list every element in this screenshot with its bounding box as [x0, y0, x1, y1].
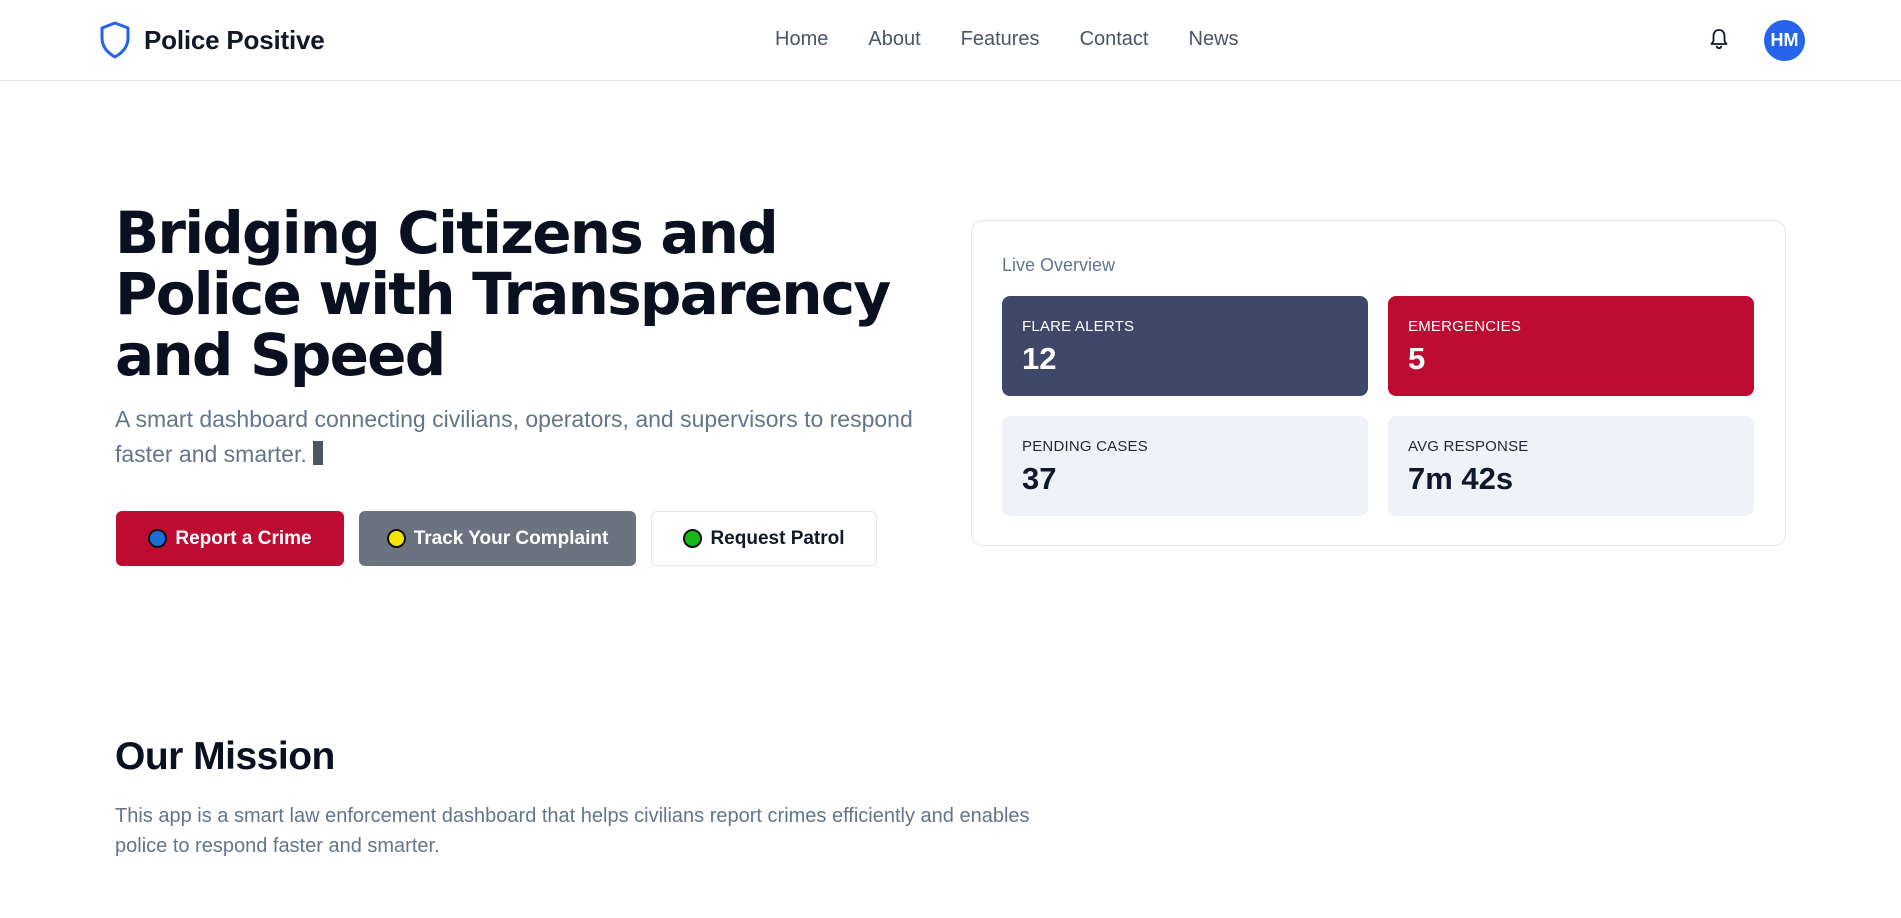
nav-news[interactable]: News — [1189, 28, 1239, 51]
nav-about[interactable]: About — [868, 28, 920, 51]
brand-logo[interactable]: Police Positive — [98, 20, 325, 60]
top-navbar: Police Positive Home About Features Cont… — [0, 0, 1901, 81]
hero-title: Bridging Citizens and Police with Transp… — [115, 199, 891, 389]
main-nav: Home About Features Contact News — [775, 28, 1239, 51]
stat-avg-response[interactable]: AVG RESPONSE 7m 42s — [1388, 416, 1754, 516]
stat-emergencies[interactable]: EMERGENCIES 5 — [1388, 296, 1754, 396]
stat-label: AVG RESPONSE — [1408, 438, 1529, 455]
track-complaint-button[interactable]: Track Your Complaint — [359, 511, 636, 566]
hero-subtitle: A smart dashboard connecting civilians, … — [115, 402, 915, 472]
text-cursor — [312, 441, 323, 465]
yellow-circle-icon — [386, 529, 406, 548]
stat-label: EMERGENCIES — [1408, 318, 1522, 335]
request-patrol-button[interactable]: Request Patrol — [651, 511, 877, 566]
hero-subtitle-text: A smart dashboard connecting civilians, … — [115, 406, 913, 467]
overview-title: Live Overview — [1002, 255, 1116, 275]
report-crime-label: Report a Crime — [175, 527, 312, 549]
nav-features[interactable]: Features — [961, 28, 1040, 51]
stat-value: 5 — [1408, 341, 1426, 376]
nav-home[interactable]: Home — [775, 28, 828, 51]
mission-title: Our Mission — [115, 735, 335, 778]
avatar[interactable]: HM — [1764, 20, 1805, 61]
bell-icon[interactable] — [1706, 26, 1732, 52]
brand-name: Police Positive — [144, 24, 325, 55]
stat-label: PENDING CASES — [1022, 438, 1148, 455]
report-crime-button[interactable]: Report a Crime — [116, 511, 344, 566]
mission-text: This app is a smart law enforcement dash… — [115, 805, 1030, 857]
blue-circle-icon — [148, 529, 168, 548]
live-overview-card: Live Overview FLARE ALERTS 12 EMERGENCIE… — [971, 220, 1786, 546]
shield-icon — [98, 20, 132, 60]
stat-flare-alerts[interactable]: FLARE ALERTS 12 — [1002, 296, 1368, 396]
stat-value: 37 — [1022, 461, 1057, 496]
stat-value: 7m 42s — [1408, 461, 1514, 496]
green-circle-icon — [683, 529, 703, 548]
stat-label: FLARE ALERTS — [1022, 318, 1135, 335]
request-patrol-label: Request Patrol — [710, 527, 845, 549]
track-complaint-label: Track Your Complaint — [413, 527, 609, 549]
stat-value: 12 — [1022, 341, 1057, 376]
nav-contact[interactable]: Contact — [1080, 28, 1149, 51]
stat-pending-cases[interactable]: PENDING CASES 37 — [1002, 416, 1368, 516]
